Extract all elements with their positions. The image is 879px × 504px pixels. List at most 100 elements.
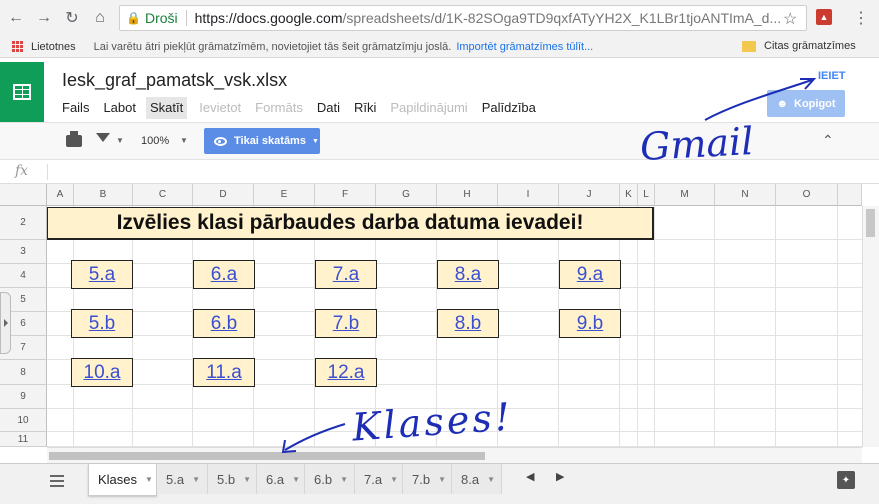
view-only-button[interactable]: Tikai skatāms ▼ [204,128,320,154]
scroll-tabs-left-icon[interactable]: ◀ [526,470,534,483]
class-link-9-b[interactable]: 9.b [559,309,621,338]
select-all-corner[interactable] [0,184,47,206]
vertical-scrollbar[interactable] [862,206,879,447]
menu-item-7[interactable]: Papildinājumi [390,97,473,119]
sheet-tab-7-a[interactable]: 7.a ▼ [355,464,403,494]
scroll-tabs-right-icon[interactable]: ▶ [556,470,564,483]
tab-menu-icon[interactable]: ▼ [292,475,300,484]
formula-bar[interactable]: fx [0,160,879,184]
column-header-g[interactable]: G [376,184,437,206]
tab-menu-icon[interactable]: ▼ [243,475,251,484]
column-header-j[interactable]: J [559,184,620,206]
column-header-f[interactable]: F [315,184,376,206]
class-link-11-a[interactable]: 11.a [193,358,255,387]
tab-menu-icon[interactable]: ▼ [438,475,446,484]
tab-menu-icon[interactable]: ▼ [487,475,495,484]
reload-icon[interactable]: ↻ [60,6,84,30]
class-link-8-b[interactable]: 8.b [437,309,499,338]
bookmark-apps[interactable]: Lietotnes [31,41,76,53]
copy-button[interactable]: ☻ Kopigot [767,90,845,117]
home-icon[interactable]: ⌂ [88,6,112,30]
class-link-10-a[interactable]: 10.a [71,358,133,387]
column-header-h[interactable]: H [437,184,498,206]
row-header-11[interactable]: 11 [0,432,47,447]
import-bookmarks-link[interactable]: Importēt grāmatzīmes tūlīt... [456,41,593,53]
collapse-header-icon[interactable]: ⌃ [822,132,834,149]
column-header-o[interactable]: O [776,184,838,206]
bookmark-star-icon[interactable]: ☆ [783,9,797,29]
sheet-tab-klases[interactable]: Klases ▼ [88,464,157,496]
sheet-tab-8-a[interactable]: 8.a ▼ [452,464,502,494]
filter-dropdown-icon[interactable]: ▼ [116,136,124,145]
column-header-a[interactable]: A [47,184,74,206]
side-panel-handle[interactable] [0,292,11,354]
column-gridline [637,206,638,447]
pdf-extension-icon[interactable]: ▲ [816,9,832,25]
print-icon[interactable] [66,131,82,147]
column-header-n[interactable]: N [715,184,776,206]
fx-icon: fx [15,163,29,179]
column-header-b[interactable]: B [74,184,133,206]
class-link-5-a[interactable]: 5.a [71,260,133,289]
row-header-3[interactable]: 3 [0,240,47,264]
menu-item-2[interactable]: Skatīt [146,97,188,119]
menu-item-1[interactable]: Labot [103,97,142,119]
sign-in-link[interactable]: IEIET [818,70,846,82]
instruction-banner: Izvēlies klasi pārbaudes darba datuma ie… [47,207,654,240]
class-link-12-a[interactable]: 12.a [315,358,377,387]
tab-menu-icon[interactable]: ▼ [192,475,200,484]
row-header-10[interactable]: 10 [0,409,47,432]
menu-item-4[interactable]: Formāts [255,97,309,119]
explore-icon[interactable]: ✦ [837,471,855,489]
browser-menu-icon[interactable]: ⋮ [853,8,869,28]
menu-item-8[interactable]: Palīdzība [482,97,542,119]
secure-label: Droši [144,10,178,26]
class-link-8-a[interactable]: 8.a [437,260,499,289]
class-link-9-a[interactable]: 9.a [559,260,621,289]
class-link-7-a[interactable]: 7.a [315,260,377,289]
column-header-k[interactable]: K [620,184,638,206]
copy-button-label: Kopigot [794,97,836,110]
address-bar[interactable]: 🔒 Droši https://docs.google.com /spreads… [119,5,807,31]
menu-item-5[interactable]: Dati [317,97,346,119]
document-title[interactable]: Iesk_graf_pamatsk_vsk.xlsx [62,70,287,91]
row-header-4[interactable]: 4 [0,264,47,288]
menu-item-6[interactable]: Rīki [354,97,382,119]
back-icon[interactable]: ← [4,6,28,30]
row-header-2[interactable]: 2 [0,206,47,240]
row-header-8[interactable]: 8 [0,360,47,385]
sheet-tab-5-b[interactable]: 5.b ▼ [208,464,257,494]
vertical-scroll-thumb[interactable] [866,209,875,237]
forward-icon[interactable]: → [32,6,56,30]
row-header-9[interactable]: 9 [0,385,47,409]
sheets-logo[interactable] [0,62,44,122]
zoom-select[interactable]: 100% [141,135,169,147]
eye-icon [214,136,227,146]
filter-icon[interactable] [96,133,110,142]
sheet-tab-7-b[interactable]: 7.b ▼ [403,464,452,494]
class-link-5-b[interactable]: 5.b [71,309,133,338]
column-header-l[interactable]: L [638,184,655,206]
all-sheets-icon[interactable] [50,475,64,487]
zoom-dropdown-icon[interactable]: ▼ [180,136,188,145]
tab-menu-icon[interactable]: ▼ [390,475,398,484]
class-link-6-b[interactable]: 6.b [193,309,255,338]
column-header-i[interactable]: I [498,184,559,206]
column-header-c[interactable]: C [133,184,193,206]
other-bookmarks[interactable]: Citas grāmatzīmes [764,40,856,52]
class-link-7-b[interactable]: 7.b [315,309,377,338]
column-header-d[interactable]: D [193,184,254,206]
sheet-tab-6-b[interactable]: 6.b ▼ [305,464,355,494]
column-header-m[interactable]: M [655,184,715,206]
column-header-e[interactable]: E [254,184,315,206]
menu-item-3[interactable]: Ievietot [199,97,247,119]
tab-menu-icon[interactable]: ▼ [145,475,153,484]
sheet-tab-5-a[interactable]: 5.a ▼ [157,464,208,494]
row-gridline [47,359,862,360]
menu-item-0[interactable]: Fails [62,97,95,119]
sheet-tab-6-a[interactable]: 6.a ▼ [257,464,305,494]
horizontal-scrollbar[interactable] [47,447,862,463]
horizontal-scroll-thumb[interactable] [49,452,485,460]
class-link-6-a[interactable]: 6.a [193,260,255,289]
tab-menu-icon[interactable]: ▼ [340,475,348,484]
